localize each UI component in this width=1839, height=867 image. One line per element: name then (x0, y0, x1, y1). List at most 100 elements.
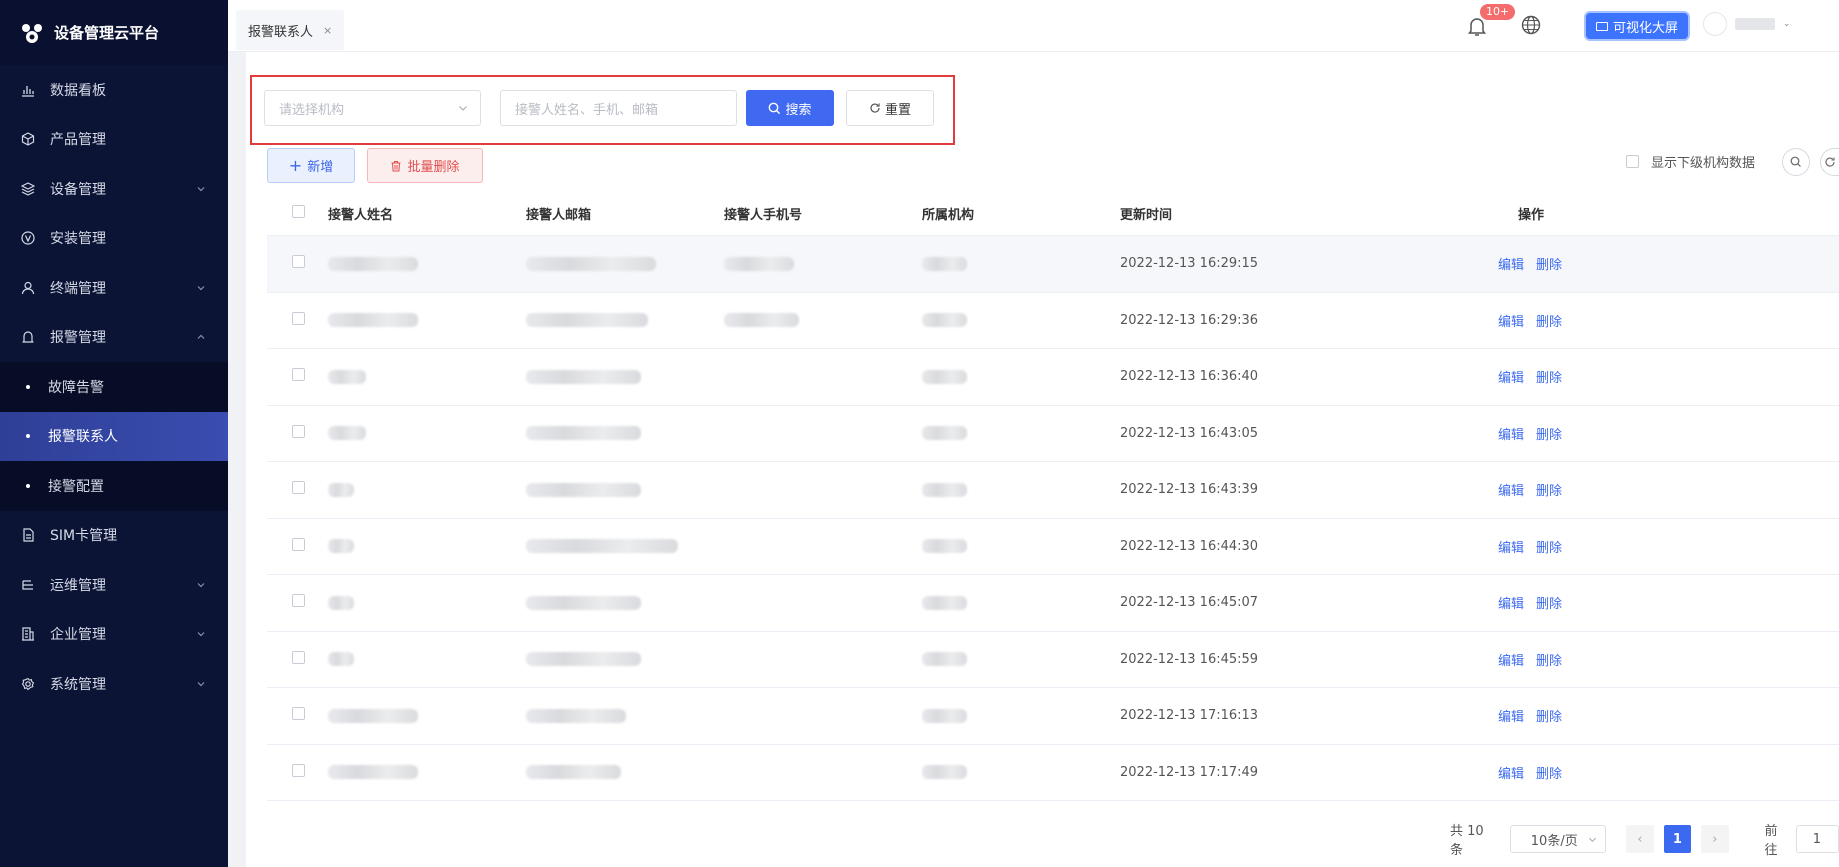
redacted-org (922, 595, 967, 610)
reset-button[interactable]: 重置 (846, 90, 934, 126)
row-actions: 编辑 删除 (1498, 367, 1598, 386)
edit-link[interactable]: 编辑 (1498, 367, 1524, 386)
goto-page-input[interactable]: 1 (1795, 825, 1839, 853)
sidebar-item-install[interactable]: 安装管理 (0, 214, 228, 264)
redacted-name (328, 369, 366, 384)
add-button[interactable]: + 新增 (267, 148, 355, 183)
user-menu[interactable]: ⌄ (1703, 12, 1791, 36)
prev-page-button[interactable]: ‹ (1626, 825, 1654, 853)
redacted-name (328, 313, 418, 328)
goto-label: 前往 (1764, 824, 1778, 858)
show-sub-org-toggle[interactable]: 显示下级机构数据 (1626, 152, 1755, 171)
show-sub-org-label: 显示下级机构数据 (1651, 156, 1756, 171)
alarm-icon (20, 329, 36, 345)
edit-link[interactable]: 编辑 (1498, 254, 1524, 273)
refresh-button[interactable] (1820, 148, 1839, 176)
edit-link[interactable]: 编辑 (1498, 593, 1524, 612)
sidebar-item-alarm-config[interactable]: 接警配置 (0, 461, 228, 511)
table-row: 2022-12-13 16:29:36 编辑 删除 (267, 293, 1839, 349)
page-size-select[interactable]: 10条/页 (1509, 825, 1607, 853)
search-button[interactable]: 搜索 (746, 90, 834, 126)
delete-link[interactable]: 删除 (1536, 254, 1562, 273)
delete-link[interactable]: 删除 (1536, 424, 1562, 443)
edit-link[interactable]: 编辑 (1498, 706, 1524, 725)
delete-link[interactable]: 删除 (1536, 367, 1562, 386)
delete-link[interactable]: 删除 (1536, 480, 1562, 499)
select-all-checkbox[interactable] (292, 205, 305, 218)
tab-alarm-contacts[interactable]: 报警联系人 × (236, 10, 345, 50)
monitor-icon (1596, 21, 1608, 31)
redacted-name (328, 426, 366, 441)
sidebar-item-ops[interactable]: 运维管理 (0, 560, 228, 610)
refresh-icon (1825, 157, 1835, 167)
chevron-down-icon (1589, 837, 1597, 843)
redacted-org (922, 539, 967, 554)
delete-link[interactable]: 删除 (1536, 650, 1562, 669)
sidebar-item-system[interactable]: 系统管理 (0, 659, 228, 709)
delete-link[interactable]: 删除 (1536, 706, 1562, 725)
chevron-down-icon (197, 582, 205, 588)
row-checkbox[interactable] (292, 537, 305, 551)
sidebar-item-label: 终端管理 (50, 280, 106, 297)
sidebar-item-label: 产品管理 (50, 132, 106, 149)
total-count: 共 10 条 (1450, 824, 1484, 858)
row-checkbox[interactable] (292, 424, 305, 438)
checkbox[interactable] (1626, 155, 1639, 168)
redacted-email (526, 313, 648, 328)
brand: 设备管理云平台 (0, 0, 228, 65)
table-row: 2022-12-13 17:17:49 编辑 删除 (267, 745, 1839, 801)
table-row: 2022-12-13 16:36:40 编辑 删除 (267, 349, 1839, 406)
keyword-placeholder: 接警人姓名、手机、邮箱 (515, 102, 659, 118)
sidebar-menu-lower: SIM卡管理 运维管理 企业管理 系统管理 (0, 511, 228, 709)
sidebar-item-products[interactable]: 产品管理 (0, 115, 228, 165)
chevron-down-icon (197, 186, 205, 192)
edit-link[interactable]: 编辑 (1498, 650, 1524, 669)
bigscreen-button[interactable]: 可视化大屏 (1586, 13, 1689, 39)
search-icon (1790, 156, 1801, 167)
delete-link[interactable]: 删除 (1536, 593, 1562, 612)
sidebar: 设备管理云平台 数据看板 产品管理 设备管理 安装管理 终端管理 报警管理 故障… (0, 0, 228, 867)
edit-link[interactable]: 编辑 (1498, 537, 1524, 556)
edit-link[interactable]: 编辑 (1498, 763, 1524, 782)
row-checkbox[interactable] (292, 255, 305, 269)
goto-page: 前往 1 (1765, 820, 1839, 858)
edit-link[interactable]: 编辑 (1498, 311, 1524, 330)
redacted-org (922, 369, 967, 384)
page-number[interactable]: 1 (1663, 825, 1692, 853)
table-row: 2022-12-13 16:29:15 编辑 删除 (267, 236, 1839, 293)
search-toggle-button[interactable] (1782, 148, 1810, 176)
row-checkbox[interactable] (292, 594, 305, 608)
sidebar-item-enterprise[interactable]: 企业管理 (0, 610, 228, 660)
sidebar-item-devices[interactable]: 设备管理 (0, 164, 228, 214)
next-page-button[interactable]: › (1701, 825, 1729, 853)
batch-delete-button[interactable]: 批量删除 (367, 148, 483, 183)
sidebar-item-sim[interactable]: SIM卡管理 (0, 511, 228, 561)
edit-link[interactable]: 编辑 (1498, 424, 1524, 443)
sidebar-item-fault-alarm[interactable]: 故障告警 (0, 362, 228, 412)
row-checkbox[interactable] (292, 481, 305, 495)
close-icon[interactable]: × (323, 24, 332, 37)
sidebar-item-terminals[interactable]: 终端管理 (0, 263, 228, 313)
sim-card-icon (20, 527, 36, 543)
row-checkbox[interactable] (292, 707, 305, 721)
redacted-org (922, 256, 967, 271)
redacted-name (328, 539, 354, 554)
delete-link[interactable]: 删除 (1536, 537, 1562, 556)
sidebar-item-dashboard[interactable]: 数据看板 (0, 65, 228, 115)
sidebar-item-alarms[interactable]: 报警管理 (0, 313, 228, 363)
delete-link[interactable]: 删除 (1536, 763, 1562, 782)
edit-link[interactable]: 编辑 (1498, 480, 1524, 499)
redacted-name (328, 652, 354, 667)
row-checkbox[interactable] (292, 763, 305, 777)
redacted-name (328, 765, 418, 780)
keyword-search-input[interactable]: 接警人姓名、手机、邮箱 (500, 90, 737, 126)
row-checkbox[interactable] (292, 650, 305, 664)
row-checkbox[interactable] (292, 368, 305, 382)
row-checkbox[interactable] (292, 311, 305, 325)
delete-link[interactable]: 删除 (1536, 311, 1562, 330)
sidebar-item-alarm-contacts[interactable]: 报警联系人 (0, 411, 228, 461)
row-actions: 编辑 删除 (1498, 537, 1598, 556)
globe-icon[interactable] (1520, 14, 1542, 36)
add-button-label: 新增 (307, 160, 334, 175)
org-select[interactable]: 请选择机构 (264, 90, 481, 126)
